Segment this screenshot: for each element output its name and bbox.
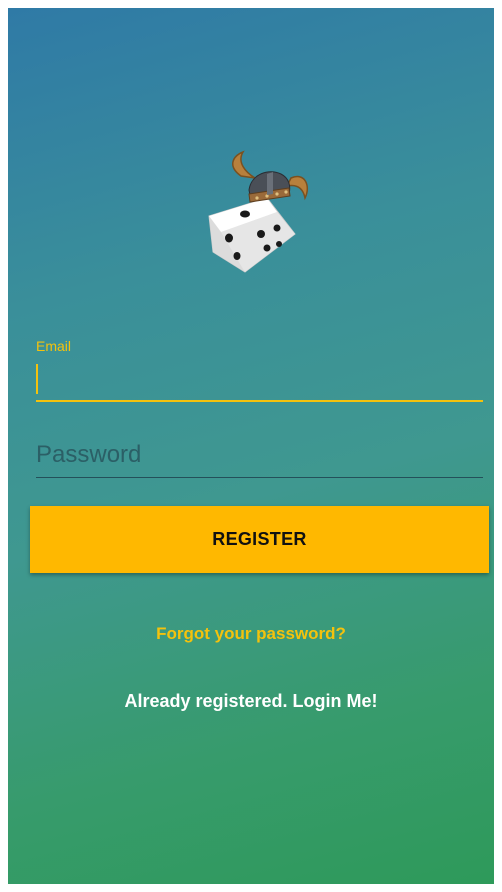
text-cursor [36, 364, 38, 394]
login-link[interactable]: Already registered. Login Me! [8, 691, 494, 712]
email-input[interactable] [36, 360, 483, 402]
email-field: Email [36, 326, 483, 404]
forgot-password-link[interactable]: Forgot your password? [8, 624, 494, 644]
register-button[interactable]: REGISTER [30, 506, 489, 573]
register-screen: Email REGISTER Forgot your password? Alr… [8, 8, 494, 884]
password-field [36, 433, 483, 483]
viking-dice-icon [208, 150, 309, 273]
password-input[interactable] [36, 433, 483, 478]
email-label: Email [36, 338, 72, 354]
